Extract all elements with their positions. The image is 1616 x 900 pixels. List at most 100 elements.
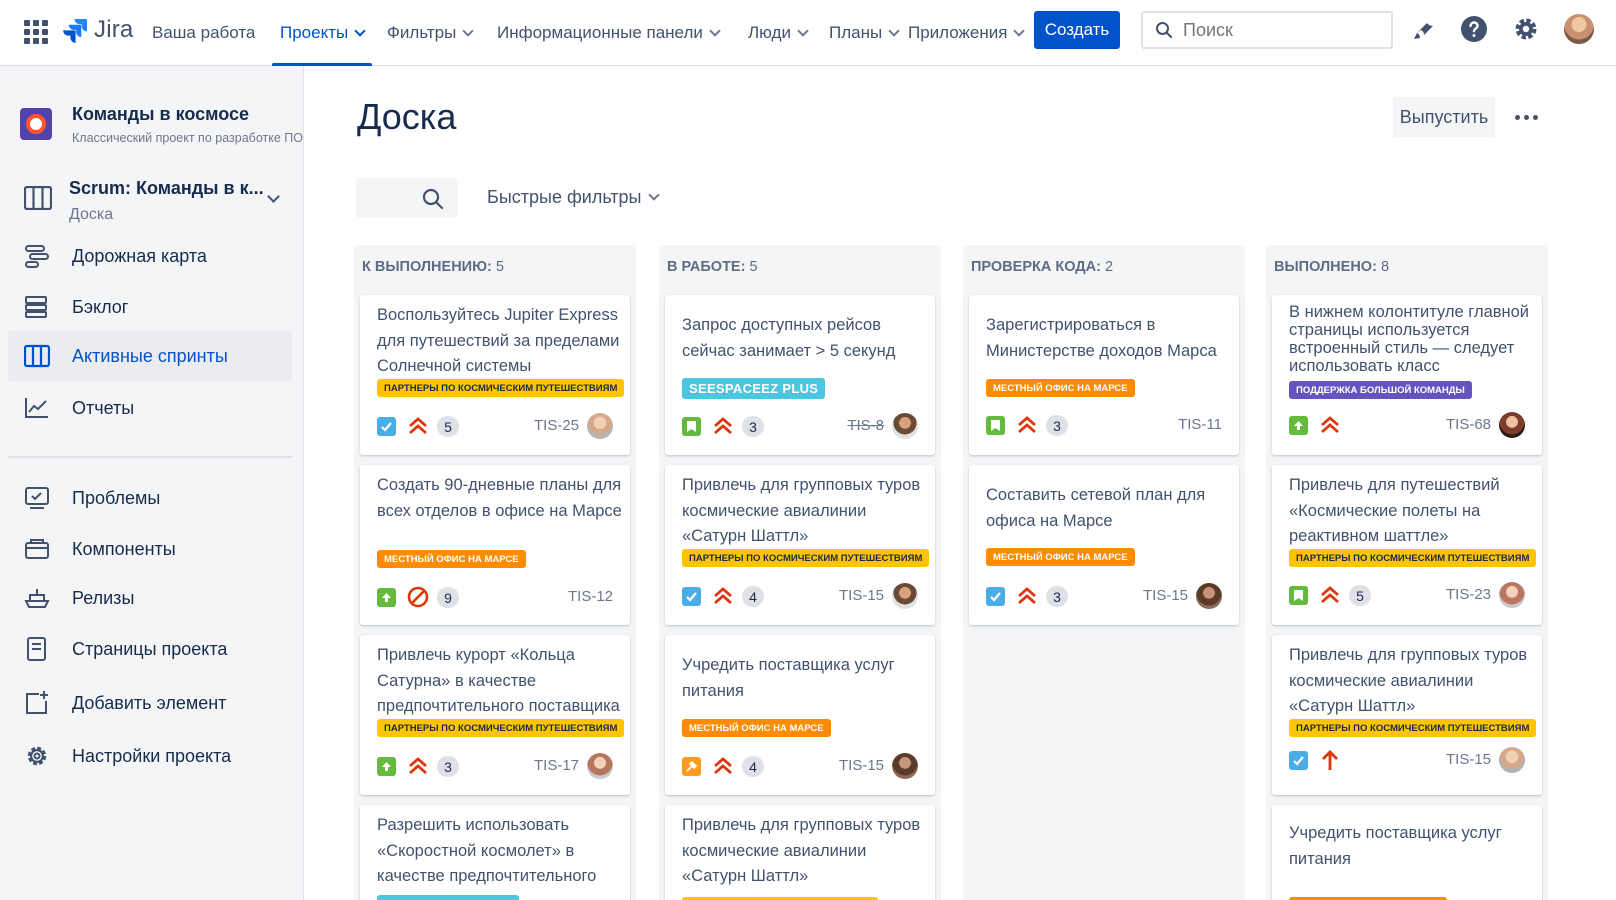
assignee-avatar[interactable]	[587, 753, 613, 779]
sidebar-item-project-pages[interactable]: Страницы проекта	[8, 624, 292, 674]
epic-label: местный офис на Марсе	[986, 548, 1135, 566]
epic-label: местный офис на Марсе	[377, 550, 526, 568]
issue-summary: Учредить поставщика услуг питания	[1289, 824, 1502, 868]
issue-key[interactable]: TIS-8	[847, 417, 884, 434]
gear-icon	[27, 746, 47, 766]
issue-key[interactable]: TIS-15	[1143, 587, 1188, 604]
issue-key[interactable]: TIS-15	[1446, 751, 1491, 768]
priority-blocker-icon	[407, 586, 429, 608]
issue-summary: В нижнем колонтитуле главной страницы ис…	[1289, 303, 1530, 375]
chevron-down-icon	[354, 24, 366, 37]
assignee-avatar[interactable]	[892, 583, 918, 609]
create-button[interactable]: Создать	[1034, 11, 1120, 49]
assignee-avatar[interactable]	[892, 413, 918, 439]
settings-icon[interactable]	[1511, 14, 1541, 44]
board-selector[interactable]: Scrum: Команды в к... Доска	[20, 176, 290, 228]
priority-high-icon	[1322, 750, 1338, 770]
issue-key[interactable]: TIS-15	[839, 587, 884, 604]
epic-label: партнеры по космическим путешествиям	[377, 379, 625, 397]
sidebar-item-add-item[interactable]: Добавить элемент	[8, 678, 292, 728]
search-input[interactable]	[1183, 19, 1373, 41]
sidebar-item-components[interactable]: Компоненты	[8, 524, 292, 574]
issue-key[interactable]: TIS-17	[534, 757, 579, 774]
user-avatar[interactable]	[1564, 14, 1594, 44]
story-points-badge: 9	[437, 587, 459, 608]
assignee-avatar[interactable]	[1499, 747, 1525, 773]
issue-card[interactable]: Привлечь для групповых туров космические…	[1272, 635, 1542, 795]
issue-card[interactable]: Привлечь курорт «Кольца Сатурна» в качес…	[360, 635, 630, 795]
issue-summary: Создать 90-дневные планы для всех отдело…	[377, 476, 622, 520]
issue-key[interactable]: TIS-12	[568, 588, 613, 605]
global-search[interactable]	[1141, 11, 1393, 49]
issue-summary: Зарегистрироваться в Министерстве доходо…	[986, 316, 1217, 360]
sidebar-item-issues[interactable]: Проблемы	[8, 473, 292, 523]
issue-card[interactable]: Учредить поставщика услуг питания местны…	[665, 635, 935, 795]
issue-card[interactable]: Запрос доступных рейсов сейчас занимает …	[665, 295, 935, 455]
story-points-badge: 3	[1046, 415, 1068, 436]
assignee-avatar[interactable]	[587, 413, 613, 439]
issue-card[interactable]: Зарегистрироваться в Министерстве доходо…	[969, 295, 1239, 455]
nav-plans[interactable]: Планы	[829, 0, 900, 66]
release-button[interactable]: Выпустить	[1393, 97, 1495, 137]
help-icon[interactable]	[1459, 14, 1489, 44]
nav-apps[interactable]: Приложения	[908, 0, 1026, 66]
task-icon	[1289, 751, 1308, 770]
story-points-badge: 4	[742, 586, 764, 607]
nav-filters[interactable]: Фильтры	[387, 0, 474, 66]
priority-highest-icon	[714, 757, 732, 775]
sidebar-item-reports[interactable]: Отчеты	[8, 383, 292, 433]
issue-card[interactable]: Создать 90-дневные планы для всех отдело…	[360, 465, 630, 625]
issue-key[interactable]: TIS-15	[839, 757, 884, 774]
issue-card[interactable]: Составить сетевой план для офиса на Марс…	[969, 465, 1239, 625]
nav-projects[interactable]: Проекты	[271, 0, 373, 66]
story-points-badge: 5	[1349, 585, 1371, 606]
story-points-badge: 3	[1046, 586, 1068, 607]
sidebar-item-releases[interactable]: Релизы	[8, 573, 292, 623]
issue-card[interactable]: Привлечь для путешествий «Космические по…	[1272, 465, 1542, 625]
project-avatar[interactable]	[20, 108, 52, 140]
issue-card[interactable]: Разрешить использовать «Скоростной космо…	[360, 805, 630, 900]
story-icon	[986, 416, 1005, 435]
sidebar-item-project-settings[interactable]: Настройки проекта	[8, 731, 292, 781]
issue-card[interactable]: Привлечь для групповых туров космические…	[665, 465, 935, 625]
more-actions-icon[interactable]	[1510, 104, 1542, 130]
issue-card[interactable]: В нижнем колонтитуле главной страницы ис…	[1272, 295, 1542, 455]
assignee-avatar[interactable]	[1499, 582, 1525, 608]
issue-card[interactable]: Привлечь для групповых туров космические…	[665, 805, 935, 900]
roadmap-icon	[25, 245, 49, 268]
sidebar-item-roadmap[interactable]: Дорожная карта	[8, 231, 292, 281]
sidebar-item-label: Настройки проекта	[72, 745, 232, 766]
nav-dashboards[interactable]: Информационные панели	[497, 0, 721, 66]
page-icon	[27, 637, 46, 661]
nav-your-work[interactable]: Ваша работа	[152, 0, 255, 66]
assignee-avatar[interactable]	[1499, 412, 1525, 438]
quick-filters-dropdown[interactable]: Быстрые фильтры	[487, 187, 660, 208]
project-name[interactable]: Команды в космосе	[72, 104, 249, 125]
sidebar-item-label: Дорожная карта	[72, 245, 207, 266]
sidebar-item-active-sprints[interactable]: Активные спринты	[8, 331, 292, 381]
issue-card[interactable]: Воспользуйтесь Jupiter Express для путеш…	[360, 295, 630, 455]
issue-key[interactable]: TIS-11	[1178, 416, 1222, 433]
sidebar-item-label: Проблемы	[72, 487, 161, 508]
priority-highest-icon	[1321, 586, 1339, 604]
issue-key[interactable]: TIS-23	[1446, 586, 1491, 603]
priority-highest-icon	[714, 587, 732, 605]
notifications-icon[interactable]	[1409, 14, 1439, 44]
sidebar-item-backlog[interactable]: Бэклог	[8, 282, 292, 332]
issue-key[interactable]: TIS-68	[1446, 416, 1491, 433]
issue-card[interactable]: Учредить поставщика услуг питания	[1272, 805, 1542, 900]
nav-people[interactable]: Люди	[748, 0, 809, 66]
chevron-down-icon	[797, 24, 809, 37]
board-search-input[interactable]	[356, 178, 458, 218]
story-points-badge: 4	[742, 756, 764, 777]
issue-key[interactable]: TIS-25	[534, 417, 579, 434]
app-switcher-icon[interactable]	[24, 20, 48, 44]
jira-logo[interactable]: Jira	[62, 16, 133, 44]
assignee-avatar[interactable]	[892, 753, 918, 779]
issue-summary: Привлечь для групповых туров космические…	[682, 476, 921, 545]
chart-icon	[25, 398, 48, 418]
story-points-badge: 3	[437, 756, 459, 777]
epic-label: поддержка большой команды	[1289, 381, 1472, 399]
priority-highest-icon	[1321, 416, 1339, 434]
assignee-avatar[interactable]	[1196, 583, 1222, 609]
